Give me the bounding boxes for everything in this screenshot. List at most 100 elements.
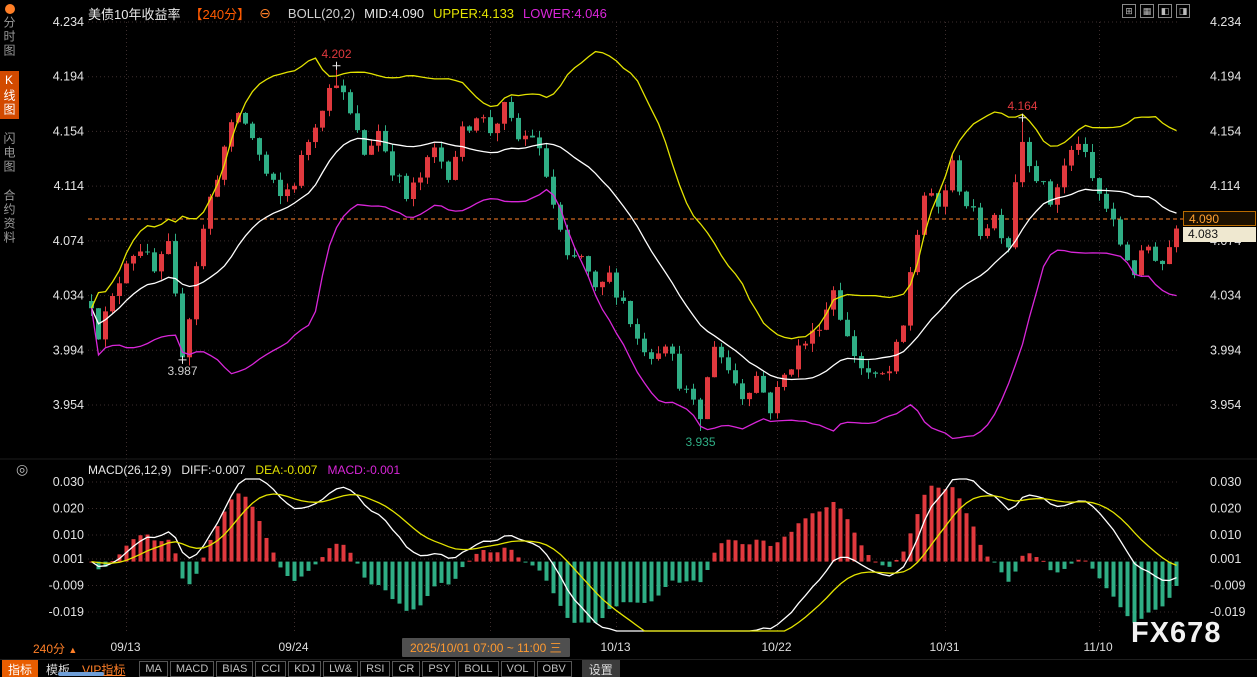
candle-body xyxy=(1160,261,1165,264)
macd-histogram-bar xyxy=(951,487,955,561)
macd-diff-value: DIFF:-0.007 xyxy=(181,463,245,477)
macd-histogram-bar xyxy=(1049,562,1053,571)
app-root: 4.2023.9874.1643.9354.2344.2344.1944.194… xyxy=(0,0,1257,677)
candle-body xyxy=(516,118,521,139)
toolbar-tab-vol[interactable]: VOL xyxy=(501,661,535,677)
candle-body xyxy=(1069,150,1074,166)
candle-body xyxy=(187,319,192,357)
price-macd-chart[interactable]: 4.2023.9874.1643.9354.2344.2344.1944.194… xyxy=(0,0,1257,677)
time-axis-label: 11/10 xyxy=(1084,640,1113,654)
candle-body xyxy=(537,137,542,148)
candle-body xyxy=(628,301,633,324)
timeframe-selector[interactable]: 240分 ▲ xyxy=(33,640,77,657)
candle-body xyxy=(467,126,472,130)
y-axis-label-right: 3.994 xyxy=(1210,343,1241,357)
current-price-line-label: 4.090 xyxy=(1183,211,1256,226)
candle-body xyxy=(1076,144,1081,150)
candle-body xyxy=(404,176,409,199)
macd-histogram-bar xyxy=(363,562,367,578)
macd-histogram-bar xyxy=(986,557,990,562)
macd-histogram-bar xyxy=(139,535,143,561)
macd-histogram-bar xyxy=(265,538,269,562)
toolbar-tab-ma[interactable]: MA xyxy=(139,661,168,677)
macd-histogram-bar xyxy=(286,562,290,576)
macd-histogram-bar xyxy=(349,553,353,562)
macd-histogram-bar xyxy=(832,502,836,562)
toolbar-tab-psy[interactable]: PSY xyxy=(422,661,456,677)
macd-axis-label-right: 0.030 xyxy=(1210,475,1241,489)
macd-histogram-bar xyxy=(517,557,521,561)
toolbar-tab-bias[interactable]: BIAS xyxy=(216,661,253,677)
macd-histogram-bar xyxy=(160,541,164,561)
annotation-marker-icon xyxy=(333,62,341,70)
crosshair-toggle-icon[interactable]: ◎ xyxy=(16,461,28,478)
y-axis-label-right: 3.954 xyxy=(1210,398,1241,412)
indicator-button[interactable]: 指标 xyxy=(2,660,38,677)
macd-histogram-bar xyxy=(993,562,997,563)
toolbar-tab-obv[interactable]: OBV xyxy=(537,661,572,677)
toolbar-tab-boll[interactable]: BOLL xyxy=(458,661,498,677)
sidebar-item-contract-info[interactable]: 合约资料 xyxy=(0,187,19,247)
macd-histogram-bar xyxy=(559,562,563,606)
y-axis-label-left: 4.234 xyxy=(53,15,84,29)
annotation-label: 4.202 xyxy=(321,47,351,61)
toolbar-tab-cr[interactable]: CR xyxy=(392,661,420,677)
candle-body xyxy=(173,241,178,293)
macd-histogram-bar xyxy=(797,523,801,561)
y-axis-label-right: 4.194 xyxy=(1210,70,1241,84)
annotation-label: 4.164 xyxy=(1007,99,1037,113)
candle-body xyxy=(390,151,395,175)
macd-axis-label-right: 0.001 xyxy=(1210,552,1241,566)
macd-histogram-bar xyxy=(874,562,878,563)
macd-histogram-bar xyxy=(419,562,423,606)
macd-histogram-bar xyxy=(237,493,241,561)
macd-histogram-bar xyxy=(279,562,283,568)
candle-body xyxy=(194,266,199,319)
macd-histogram-bar xyxy=(209,540,213,562)
macd-histogram-bar xyxy=(475,554,479,562)
macd-histogram-bar xyxy=(342,545,346,562)
panel-right-icon[interactable]: ◨ xyxy=(1176,4,1190,18)
candle-body xyxy=(712,347,717,377)
candle-body xyxy=(299,155,304,186)
candle-body xyxy=(110,296,115,311)
settings-button[interactable]: 设置 xyxy=(582,660,620,677)
candle-body xyxy=(621,298,626,301)
y-axis-label-left: 3.954 xyxy=(53,398,84,412)
grid-layout-icon[interactable]: ▦ xyxy=(1140,4,1154,18)
panel-left-icon[interactable]: ◧ xyxy=(1158,4,1172,18)
sidebar-item-time-share-chart[interactable]: 分时图 xyxy=(0,14,19,60)
macd-histogram-bar xyxy=(769,546,773,562)
boll-mid-value: MID:4.090 xyxy=(364,6,424,21)
toolbar-tab-lw[interactable]: LW& xyxy=(323,661,358,677)
macd-histogram-bar xyxy=(972,527,976,562)
macd-histogram-bar xyxy=(601,562,605,618)
toolbar-tab-cci[interactable]: CCI xyxy=(255,661,286,677)
timeframe-label: 240分 xyxy=(33,642,65,656)
macd-histogram-bar xyxy=(370,562,374,585)
scrollbar-thumb[interactable] xyxy=(58,672,104,676)
y-axis-label-left: 4.154 xyxy=(53,124,84,138)
candle-body xyxy=(397,175,402,176)
macd-histogram-bar xyxy=(1028,553,1032,561)
candle-body xyxy=(495,124,500,133)
candle-body xyxy=(124,264,129,284)
macd-histogram-bar xyxy=(902,552,906,562)
macd-histogram-bar xyxy=(524,562,528,563)
candle-body xyxy=(292,186,297,190)
macd-histogram-bar xyxy=(321,557,325,562)
collapse-indicator-icon[interactable]: ⊖ xyxy=(259,5,271,22)
toolbar-tab-kdj[interactable]: KDJ xyxy=(288,661,321,677)
candle-body xyxy=(355,113,360,130)
toolbar-tab-rsi[interactable]: RSI xyxy=(360,661,390,677)
candle-body xyxy=(803,344,808,346)
sidebar-item-flash-chart[interactable]: 闪电图 xyxy=(0,130,19,176)
macd-histogram-bar xyxy=(713,553,717,562)
sidebar-item-kline-chart[interactable]: K线图 xyxy=(0,71,19,119)
toolbar-tab-macd[interactable]: MACD xyxy=(170,661,214,677)
annotation-label: 3.935 xyxy=(685,435,715,449)
candle-body xyxy=(432,147,437,157)
chart-canvas[interactable]: 4.2023.9874.1643.9354.2344.2344.1944.194… xyxy=(0,0,1257,677)
boll-lower-value: LOWER:4.046 xyxy=(523,6,607,21)
new-window-icon[interactable]: ⊞ xyxy=(1122,4,1136,18)
